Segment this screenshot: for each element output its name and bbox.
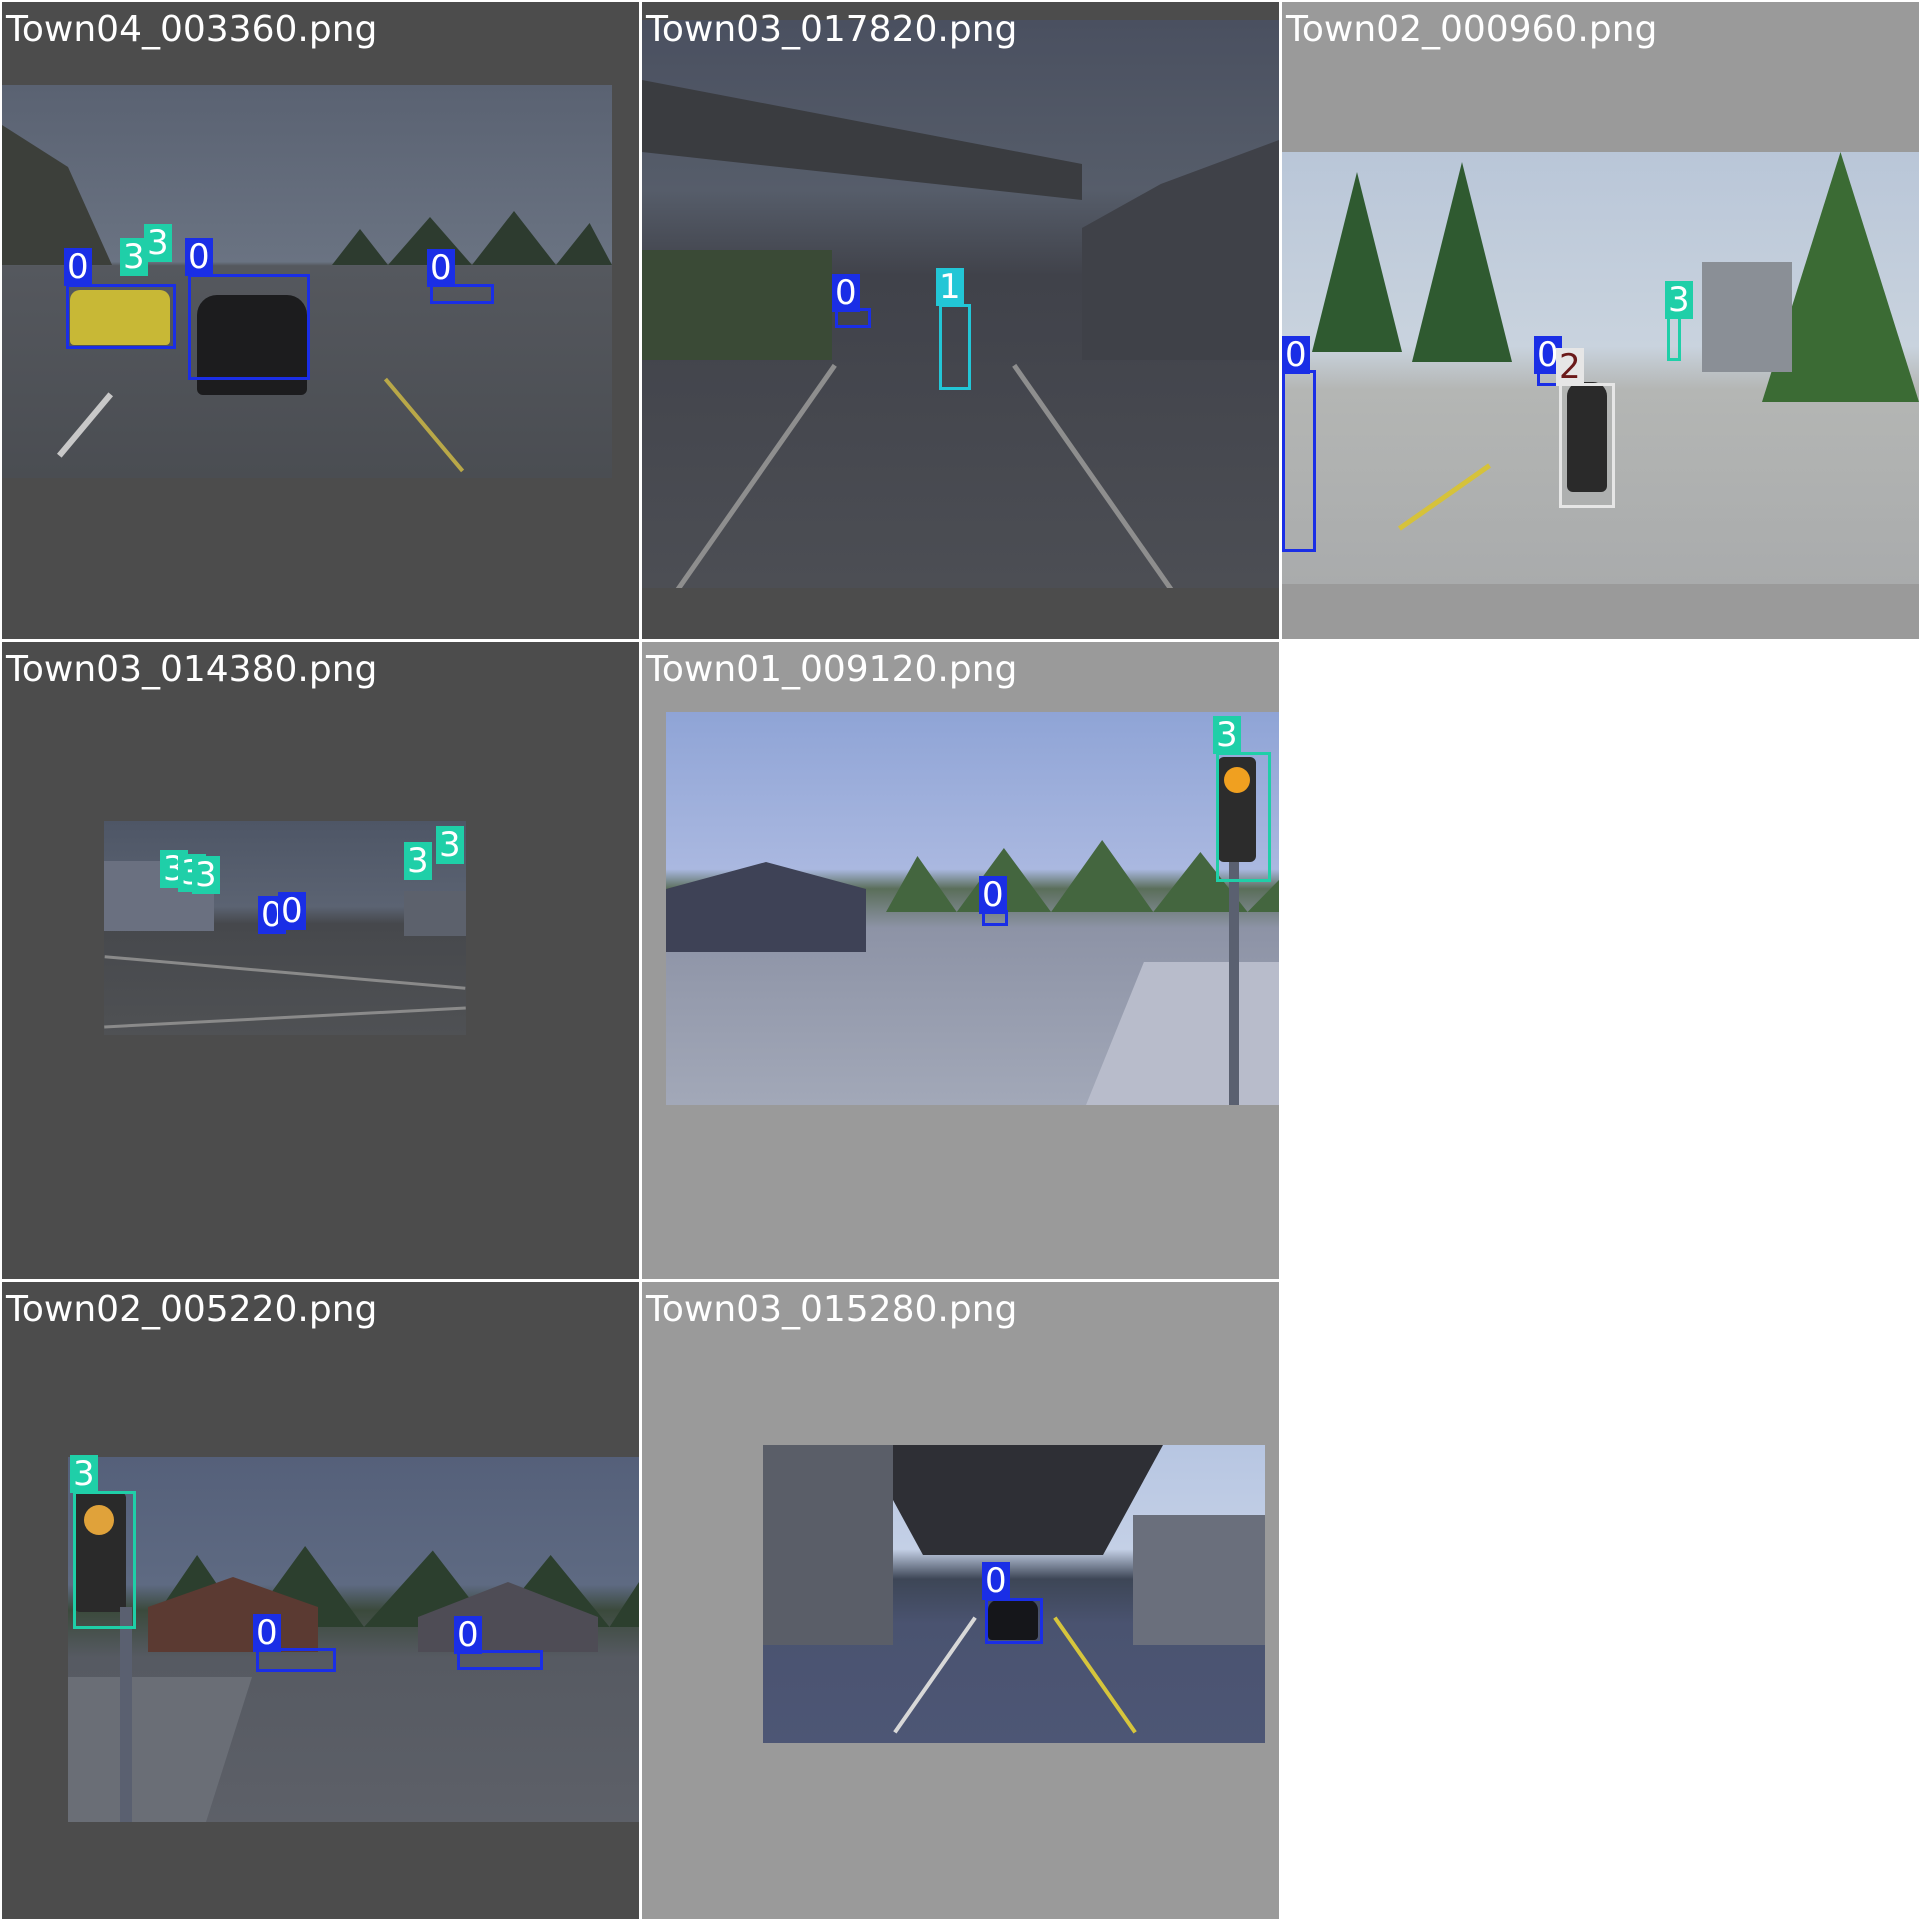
building-shape	[1133, 1515, 1265, 1645]
overpass-shape	[863, 1445, 1163, 1555]
detection-box	[66, 284, 176, 349]
tile-title: Town03_017820.png	[646, 9, 1018, 50]
tree-shape	[1412, 162, 1512, 362]
detection-label: 0	[832, 274, 860, 312]
scene-image	[68, 1457, 639, 1822]
hill-shape	[2, 125, 112, 265]
detection-box	[939, 304, 971, 390]
sidewalk-shape	[68, 1677, 252, 1822]
road-line	[672, 363, 837, 588]
road-line	[1012, 363, 1177, 588]
detection-label: 1	[936, 268, 964, 306]
road-line	[104, 1006, 466, 1029]
tile-title: Town02_005220.png	[6, 1289, 378, 1330]
tile-title: Town03_015280.png	[646, 1289, 1018, 1330]
detection-label: 0	[982, 1562, 1010, 1600]
detection-label: 3	[192, 856, 220, 894]
road-line	[893, 1616, 977, 1734]
sidewalk-shape	[1086, 962, 1279, 1105]
detection-label: 0	[454, 1616, 482, 1654]
detection-box	[1216, 752, 1271, 882]
image-tile-6[interactable]: Town02_005220.png 3 0 0	[2, 1282, 639, 1919]
tile-title: Town03_014380.png	[6, 649, 378, 690]
scene-image	[666, 712, 1279, 1105]
detection-label: 3	[1213, 716, 1241, 754]
building-shape	[1702, 262, 1792, 372]
detection-label: 0	[278, 892, 306, 930]
detection-label: 0	[1282, 336, 1310, 374]
detection-label: 0	[253, 1614, 281, 1652]
building-shape	[763, 1445, 893, 1645]
pole-shape	[1229, 862, 1239, 1105]
detection-box	[188, 274, 310, 380]
detection-label: 0	[185, 238, 213, 276]
detection-box	[1559, 383, 1615, 508]
building-shape	[666, 862, 866, 952]
image-tile-2[interactable]: Town03_017820.png 0 1	[642, 2, 1279, 639]
detection-label: 0	[64, 248, 92, 286]
detection-label: 3	[144, 224, 172, 262]
detection-label: 3	[70, 1455, 98, 1493]
detection-label: 2	[1556, 348, 1584, 386]
scene-image	[763, 1445, 1265, 1743]
image-tile-1[interactable]: Town04_003360.png 0 3 3 0 0	[2, 2, 639, 639]
pole-shape	[120, 1607, 132, 1822]
tile-title: Town02_000960.png	[1286, 9, 1658, 50]
tile-title: Town04_003360.png	[6, 9, 378, 50]
road-line	[1398, 463, 1491, 531]
building-shape	[1082, 140, 1279, 360]
overpass-shape	[642, 80, 1082, 200]
road-line	[383, 377, 465, 473]
detection-label: 0	[427, 249, 455, 287]
tree-line	[332, 211, 612, 265]
road-line	[56, 392, 114, 458]
image-tile-4[interactable]: Town03_014380.png 3 3 3 3 3 0 0	[2, 642, 639, 1279]
scene-image	[1282, 152, 1919, 584]
detection-label: 0	[979, 876, 1007, 914]
detection-box	[1282, 370, 1316, 552]
tile-title: Town01_009120.png	[646, 649, 1018, 690]
detection-box	[73, 1491, 136, 1629]
image-tile-3[interactable]: Town02_000960.png 3 0 0 2	[1282, 2, 1919, 639]
detection-label: 3	[404, 842, 432, 880]
road-line	[104, 955, 466, 990]
grass-shape	[642, 250, 832, 360]
image-tile-5[interactable]: Town01_009120.png 3 0	[642, 642, 1279, 1279]
tree-shape	[1312, 172, 1402, 352]
detection-label: 3	[436, 826, 464, 864]
road-line	[1053, 1616, 1137, 1734]
building-shape	[404, 891, 466, 936]
detection-label: 3	[1665, 281, 1693, 319]
image-tile-7[interactable]: Town03_015280.png 0	[642, 1282, 1279, 1919]
detection-box	[985, 1598, 1043, 1644]
